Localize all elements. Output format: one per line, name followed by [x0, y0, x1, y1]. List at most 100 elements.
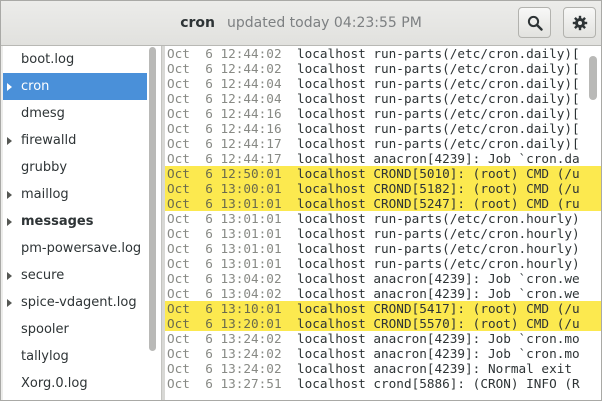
window-title: cron [180, 15, 215, 31]
log-timestamp: Oct 6 12:50:01 [167, 166, 282, 181]
expander-arrow-icon[interactable] [7, 272, 12, 280]
log-message: localhost run-parts(/etc/cron.daily)[ [297, 136, 580, 151]
log-line: Oct 6 13:01:01 localhost run-parts(/etc/c… [165, 241, 601, 256]
settings-button[interactable] [563, 7, 596, 38]
log-line: Oct 6 13:24:02 localhost anacron[4239]: J… [165, 331, 601, 346]
log-timestamp: Oct 6 13:24:02 [167, 346, 282, 361]
sidebar-item[interactable]: dmesg [3, 100, 147, 127]
log-line: Oct 6 12:44:04 localhost run-parts(/etc/c… [165, 91, 601, 106]
sidebar-item-label: pm-powersave.log [21, 241, 142, 256]
log-message: localhost anacron[4239]: Job `cron.we [297, 271, 580, 286]
log-timestamp: Oct 6 13:01:01 [167, 211, 282, 226]
log-sidebar: boot.log cron dmesg firewalld grubby maillog m… [3, 46, 161, 400]
log-message: localhost CROND[5247]: (root) CMD (ru [297, 196, 580, 211]
sidebar-item-label: messages [21, 214, 94, 229]
expander-arrow-icon[interactable] [7, 137, 12, 145]
log-line: Oct 6 13:24:02 localhost anacron[4239]: J… [165, 346, 601, 361]
search-button[interactable] [518, 7, 551, 38]
log-timestamp: Oct 6 12:44:17 [167, 136, 282, 151]
title-area: cron updated today 04:23:55 PM [1, 1, 601, 45]
log-timestamp: Oct 6 13:01:01 [167, 241, 282, 256]
log-timestamp: Oct 6 13:04:02 [167, 271, 282, 286]
log-message: localhost anacron[4239]: Normal exit [297, 361, 572, 376]
sidebar-item-label: tallylog [21, 349, 69, 364]
log-message: localhost run-parts(/etc/cron.hourly) [297, 241, 580, 256]
log-message: localhost run-parts(/etc/cron.hourly) [297, 256, 580, 271]
sidebar-item[interactable]: tallylog [3, 343, 147, 370]
sidebar-item[interactable]: Xorg.0.log [3, 370, 147, 397]
log-timestamp: Oct 6 12:44:04 [167, 91, 282, 106]
sidebar-item-label: boot.log [21, 52, 75, 67]
updated-status: updated today 04:23:55 PM [227, 15, 422, 31]
log-message: localhost anacron[4239]: Job `cron.mo [297, 346, 580, 361]
log-message: localhost CROND[5010]: (root) CMD (/u [297, 166, 580, 181]
search-icon [527, 15, 543, 31]
log-timestamp: Oct 6 12:44:02 [167, 46, 282, 61]
sidebar-item-label: grubby [21, 160, 68, 175]
sidebar-item-label: secure [21, 268, 65, 283]
log-message: localhost run-parts(/etc/cron.daily)[ [297, 46, 580, 61]
log-view: Oct 6 12:44:02 localhost run-parts(/etc/c… [165, 46, 601, 400]
log-line: Oct 6 13:10:01 localhost CROND[5417]: (ro… [165, 301, 601, 316]
sidebar-item[interactable]: boot.log [3, 46, 147, 73]
log-message: localhost run-parts(/etc/cron.daily)[ [297, 106, 580, 121]
log-message: localhost CROND[5570]: (root) CMD (/u [297, 316, 580, 331]
log-timestamp: Oct 6 13:01:01 [167, 226, 282, 241]
log-line: Oct 6 13:04:02 localhost anacron[4239]: J… [165, 271, 601, 286]
log-line: Oct 6 12:44:16 localhost run-parts(/etc/c… [165, 106, 601, 121]
sidebar-item[interactable]: secure [3, 262, 147, 289]
header-bar: cron updated today 04:23:55 PM [1, 1, 601, 46]
expander-arrow-icon[interactable] [7, 299, 12, 307]
log-message: localhost run-parts(/etc/cron.hourly) [297, 226, 580, 241]
gear-icon [572, 15, 587, 30]
expander-arrow-icon[interactable] [7, 191, 12, 199]
sidebar-item-label: spooler [21, 322, 69, 337]
log-line: Oct 6 12:44:02 localhost run-parts(/etc/c… [165, 46, 601, 61]
sidebar-item[interactable]: cron [3, 73, 147, 100]
sidebar-item[interactable]: maillog [3, 181, 147, 208]
log-line: Oct 6 12:44:02 localhost run-parts(/etc/c… [165, 61, 601, 76]
log-message: localhost anacron[4239]: Job `cron.da [297, 151, 580, 166]
log-line: Oct 6 13:01:01 localhost run-parts(/etc/c… [165, 211, 601, 226]
log-line: Oct 6 13:20:01 localhost CROND[5570]: (ro… [165, 316, 601, 331]
log-timestamp: Oct 6 12:44:04 [167, 76, 282, 91]
log-scrollbar[interactable] [589, 56, 597, 100]
logs-window: cron updated today 04:23:55 PM boot.log … [0, 0, 602, 401]
log-timestamp: Oct 6 13:24:02 [167, 361, 282, 376]
sidebar-item[interactable]: grubby [3, 154, 147, 181]
log-line: Oct 6 13:24:02 localhost anacron[4239]: N… [165, 361, 601, 376]
sidebar-item[interactable]: firewalld [3, 127, 147, 154]
log-line: Oct 6 13:00:01 localhost CROND[5182]: (ro… [165, 181, 601, 196]
sidebar-item-label: firewalld [21, 133, 77, 148]
log-timestamp: Oct 6 12:44:02 [167, 61, 282, 76]
log-line: Oct 6 12:44:16 localhost run-parts(/etc/c… [165, 121, 601, 136]
log-message: localhost run-parts(/etc/cron.daily)[ [297, 91, 580, 106]
expander-arrow-icon[interactable] [7, 83, 12, 91]
log-timestamp: Oct 6 13:27:51 [167, 376, 282, 391]
log-timestamp: Oct 6 12:44:17 [167, 151, 282, 166]
sidebar-item-label: dmesg [21, 106, 65, 121]
sidebar-scrollbar[interactable] [149, 47, 156, 351]
log-timestamp: Oct 6 12:44:16 [167, 121, 282, 136]
sidebar-item-label: spice-vdagent.log [21, 295, 137, 310]
sidebar-item[interactable]: spice-vdagent.log [3, 289, 147, 316]
log-message: localhost anacron[4239]: Job `cron.we [297, 286, 580, 301]
log-message: localhost run-parts(/etc/cron.daily)[ [297, 76, 580, 91]
log-line: Oct 6 13:01:01 localhost run-parts(/etc/c… [165, 256, 601, 271]
log-message: localhost crond[5886]: (CRON) INFO (R [297, 376, 580, 391]
sidebar-item-label: cron [21, 79, 50, 94]
log-line: Oct 6 13:01:01 localhost CROND[5247]: (ro… [165, 196, 601, 211]
log-line: Oct 6 13:01:01 localhost run-parts(/etc/c… [165, 226, 601, 241]
log-message: localhost anacron[4239]: Job `cron.mo [297, 331, 580, 346]
log-timestamp: Oct 6 13:10:01 [167, 301, 282, 316]
log-timestamp: Oct 6 13:01:01 [167, 196, 282, 211]
log-line: Oct 6 12:44:04 localhost run-parts(/etc/c… [165, 76, 601, 91]
sidebar-item[interactable]: messages [3, 208, 147, 235]
log-line: Oct 6 13:04:02 localhost anacron[4239]: J… [165, 286, 601, 301]
log-message: localhost CROND[5182]: (root) CMD (/u [297, 181, 580, 196]
log-message: localhost run-parts(/etc/cron.daily)[ [297, 121, 580, 136]
log-line: Oct 6 12:44:17 localhost anacron[4239]: J… [165, 151, 601, 166]
sidebar-item[interactable]: spooler [3, 316, 147, 343]
sidebar-item[interactable]: pm-powersave.log [3, 235, 147, 262]
expander-arrow-icon[interactable] [7, 218, 12, 226]
